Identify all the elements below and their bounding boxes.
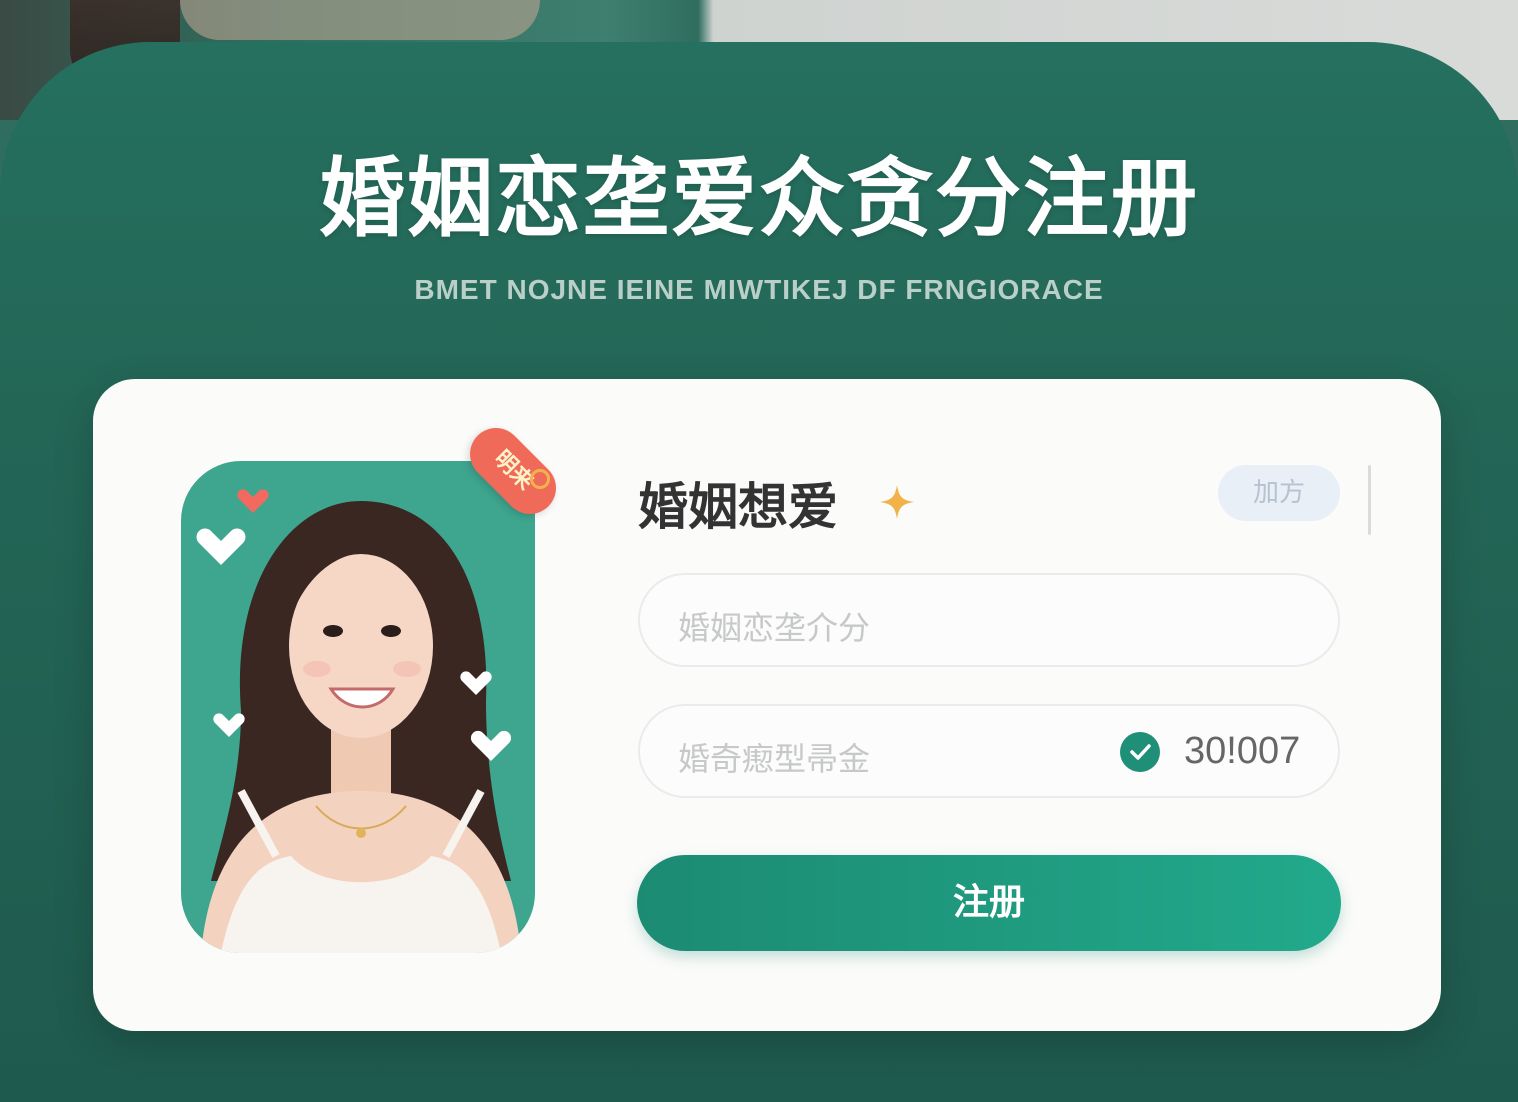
verification-field-placeholder: 婚奇瘛型帚金 [678,740,871,778]
page-title: 婚姻恋垄爱众贪分注册 [319,149,1199,249]
ring-decoration [530,469,550,489]
profile-photo [181,461,535,953]
scroll-indicator[interactable] [1368,465,1371,535]
verification-value: 30!007 [1184,730,1301,772]
name-field[interactable]: 婚姻恋垄介分 [638,573,1340,667]
profile-illustration [196,489,521,953]
register-button[interactable]: 注册 [637,855,1341,951]
registration-card: 明来 婚姻想爱 加方 婚姻恋垄介分 婚奇瘛型帚金 30!007 注册 [93,379,1441,1031]
page-subtitle: BMET NOJNE IEINE MIWTIKEJ DF FRNGIORACE [414,274,1104,305]
sparkle-icon [880,485,914,519]
name-field-placeholder: 婚姻恋垄介分 [678,609,871,647]
check-icon [1120,732,1160,772]
form-title: 婚姻想爱 [638,478,838,536]
add-chip-button[interactable]: 加方 [1218,465,1340,521]
background-face [180,0,540,40]
verification-field[interactable]: 婚奇瘛型帚金 30!007 [638,704,1340,798]
